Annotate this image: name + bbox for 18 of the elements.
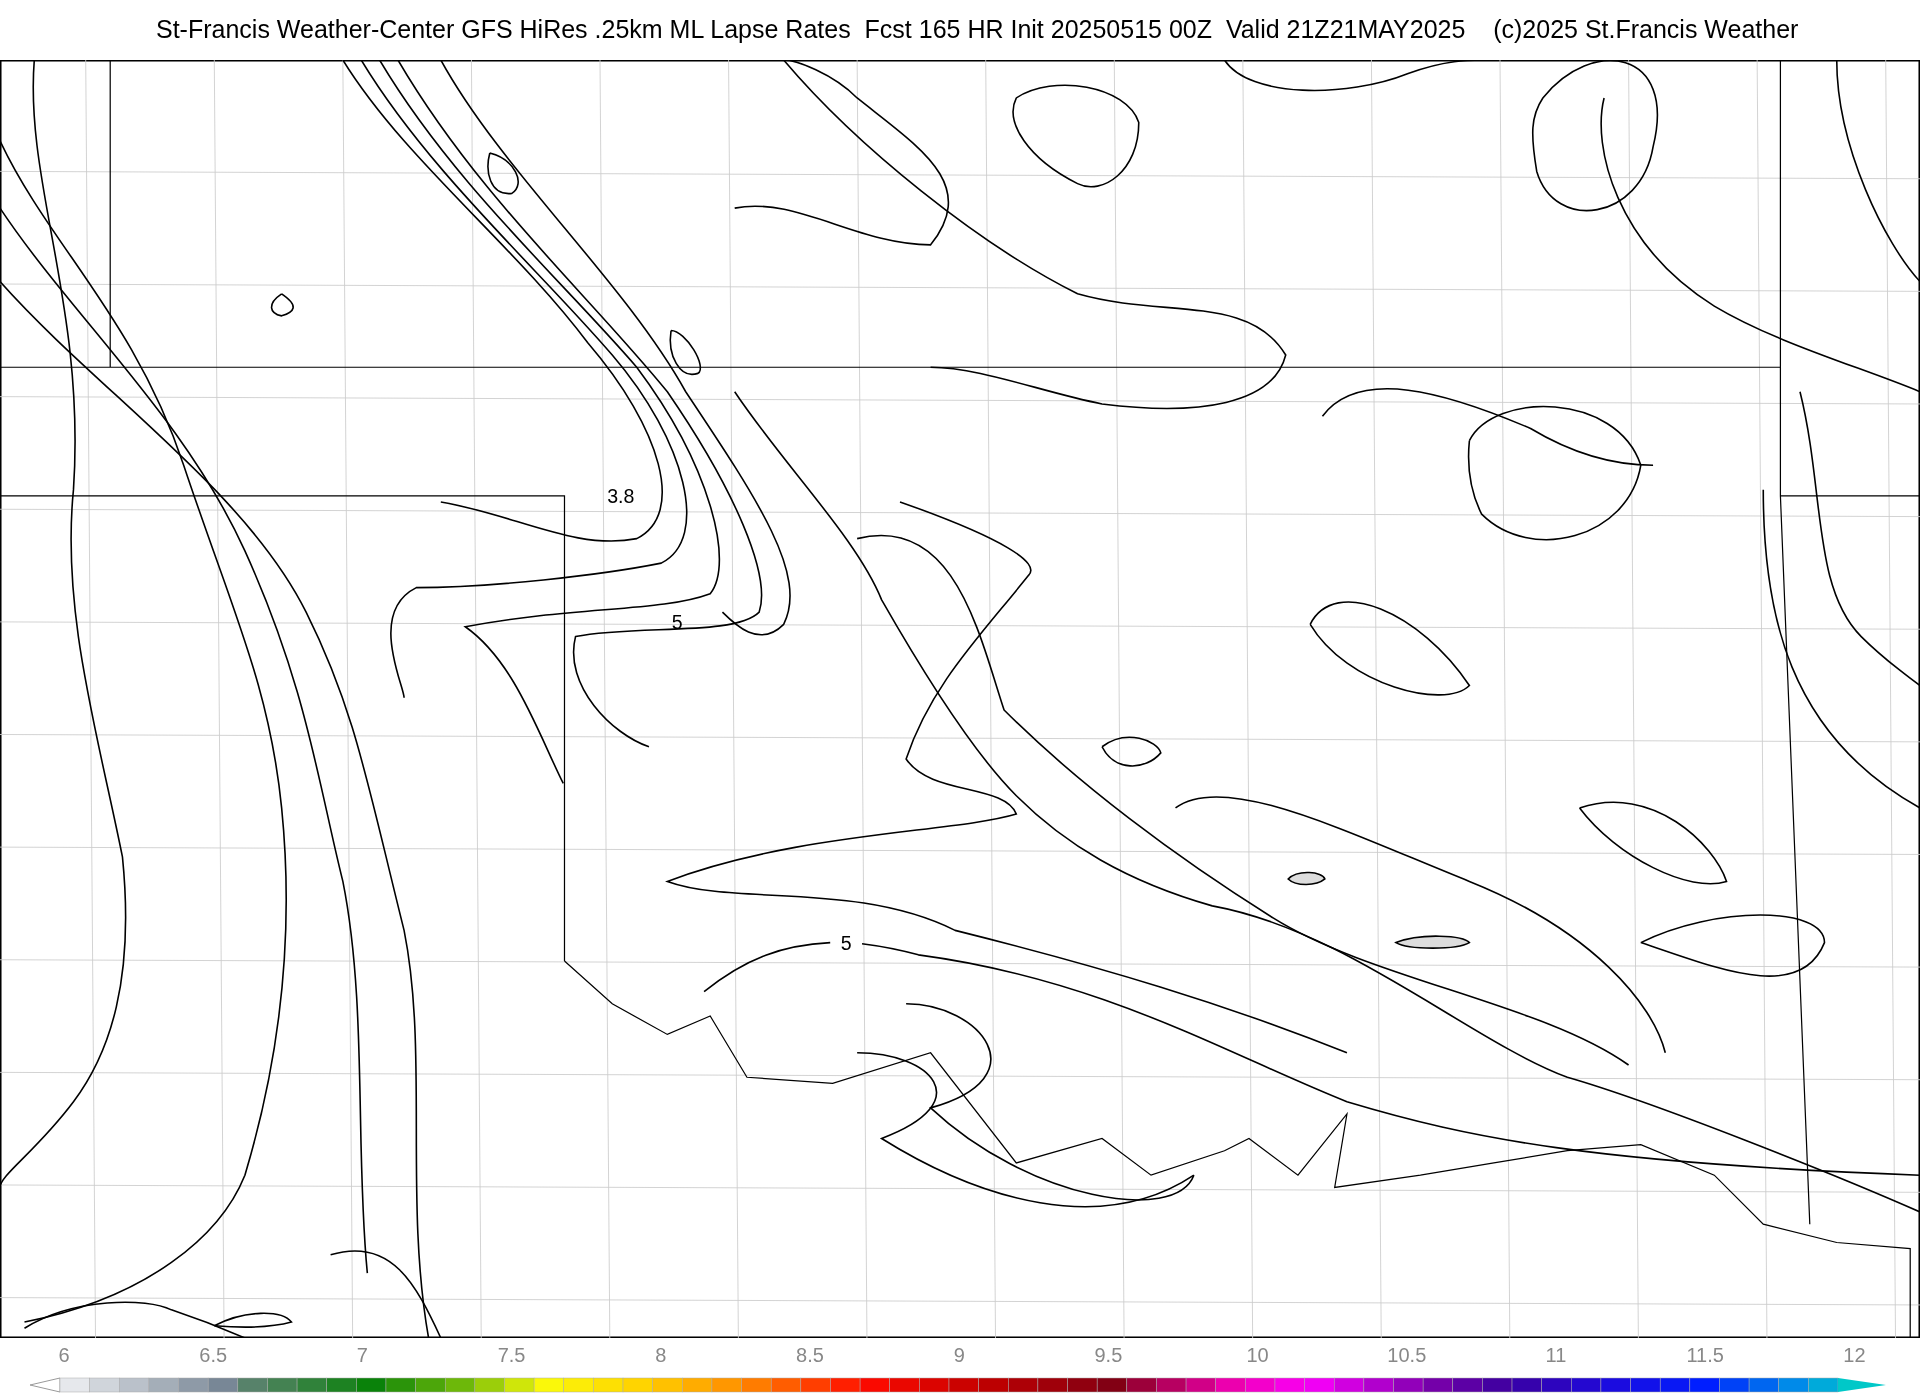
scale-tick-label: 12 <box>1843 1343 1866 1368</box>
scale-tick-label: 6.5 <box>199 1343 228 1368</box>
scale-tick-label: 6 <box>58 1343 70 1368</box>
scale-tick-label: 11 <box>1545 1343 1567 1368</box>
contour-label: 3.8 <box>607 485 635 508</box>
contour-label: 5 <box>671 611 683 634</box>
contour-label: 5 <box>840 931 852 954</box>
shaded-contour <box>1287 871 1326 886</box>
scale-tick-label: 8.5 <box>796 1343 824 1368</box>
scale-tick-label: 7 <box>356 1343 368 1368</box>
map-title: St-Francis Weather-Center GFS HiRes .25km ML Lapse Rates Fcst 165 HR Init 20250515 00Z Valid 21Z21MAY2025 (c)2025 St.Francis Weather <box>156 14 1799 46</box>
scale-tick-label: 7.5 <box>497 1343 526 1368</box>
scale-tick-label: 9 <box>953 1343 965 1368</box>
scale-tick-label: 10.5 <box>1387 1343 1427 1368</box>
scale-tick-label: 9.5 <box>1094 1343 1123 1368</box>
scale-tick-label: 10 <box>1246 1343 1269 1368</box>
scale-tick-label: 8 <box>655 1343 667 1368</box>
scale-tick-label: 11.5 <box>1686 1343 1724 1368</box>
